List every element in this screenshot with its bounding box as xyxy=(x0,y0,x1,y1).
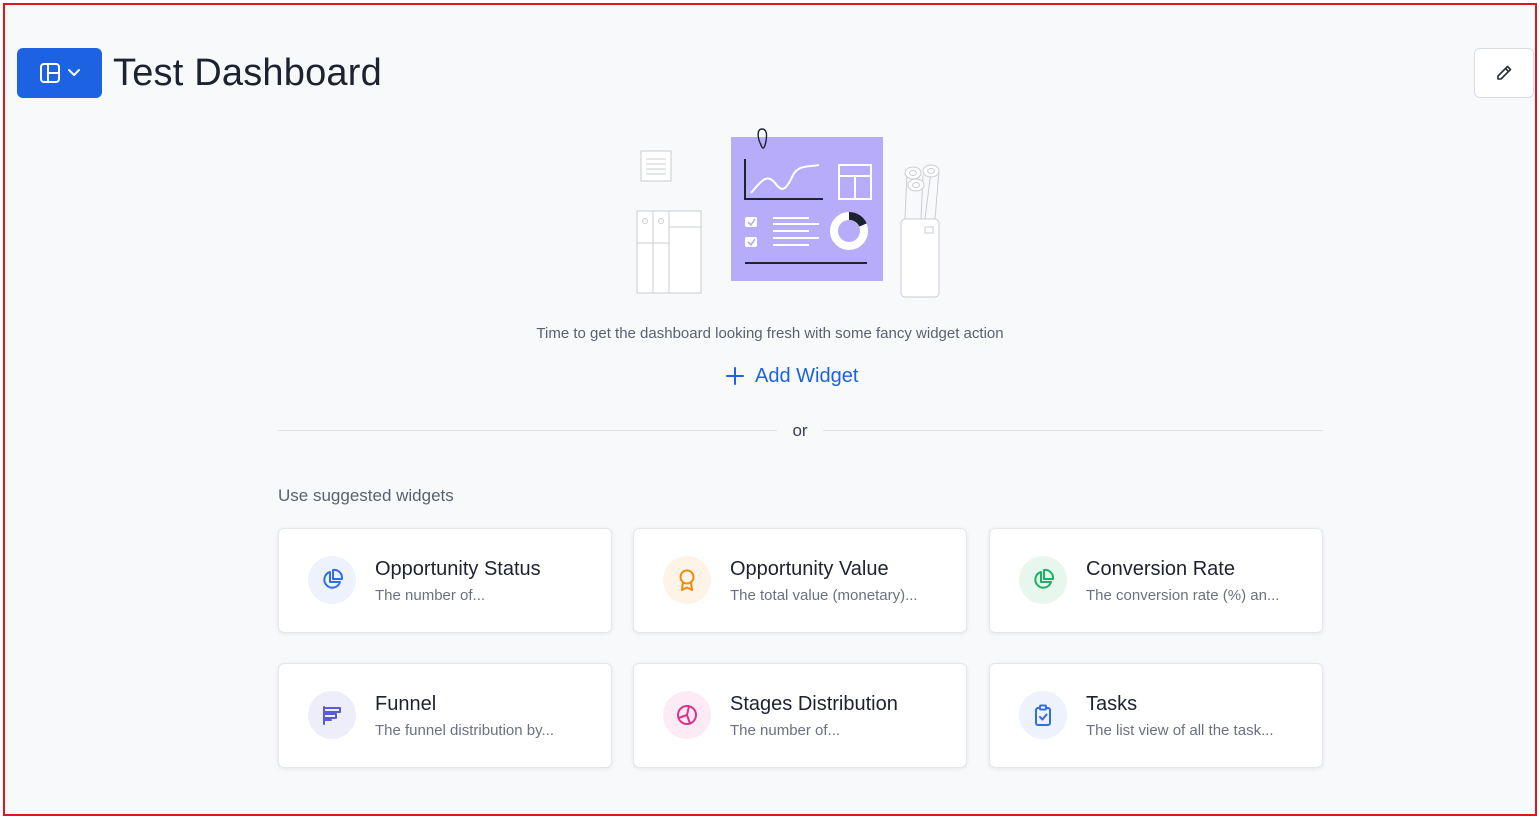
widget-card-opportunity-value[interactable]: Opportunity Value The total value (monet… xyxy=(633,528,967,633)
widget-icon-badge xyxy=(663,691,711,739)
paper-rolls-cup-icon xyxy=(900,164,940,298)
widget-card-title: Conversion Rate xyxy=(1086,558,1235,580)
widget-icon-badge xyxy=(308,691,356,739)
widget-card-title: Stages Distribution xyxy=(730,693,898,715)
pie-chart-icon xyxy=(323,568,344,589)
binders-icon xyxy=(636,210,702,294)
layout-grid-icon xyxy=(39,63,60,83)
widget-card-description: The number of... xyxy=(375,587,486,604)
or-separator: or xyxy=(792,421,808,440)
widget-icon-badge xyxy=(308,556,356,604)
suggested-widgets-label: Use suggested widgets xyxy=(278,486,454,505)
pencil-icon xyxy=(1497,65,1512,80)
page-title: Test Dashboard xyxy=(113,52,382,94)
award-icon xyxy=(679,569,695,591)
widget-card-conversion-rate[interactable]: Conversion Rate The conversion rate (%) … xyxy=(989,528,1323,633)
pie-segments-icon xyxy=(677,705,697,725)
widget-icon-badge xyxy=(1019,556,1067,604)
widget-card-title: Tasks xyxy=(1086,693,1138,715)
widget-card-tasks[interactable]: Tasks The list view of all the task... xyxy=(989,663,1323,768)
empty-dashboard-illustration xyxy=(636,128,940,298)
widget-icon-badge xyxy=(1019,691,1067,739)
widget-icon-badge xyxy=(663,556,711,604)
plus-icon xyxy=(726,367,744,385)
dashboard-frame: Test Dashboard Time to get the dashboard… xyxy=(3,3,1537,816)
edit-dashboard-button[interactable] xyxy=(1474,48,1534,98)
funnel-bars-icon xyxy=(323,706,341,725)
widget-card-description: The total value (monetary)... xyxy=(730,587,918,604)
widget-card-funnel[interactable]: Funnel The funnel distribution by... xyxy=(278,663,612,768)
add-widget-label: Add Widget xyxy=(755,364,859,387)
widget-card-stages-distribution[interactable]: Stages Distribution The number of... xyxy=(633,663,967,768)
chevron-down-icon xyxy=(67,69,80,76)
divider-left xyxy=(278,430,777,431)
widget-card-title: Opportunity Status xyxy=(375,558,541,580)
layout-menu-button[interactable] xyxy=(17,48,102,98)
document-icon xyxy=(640,150,672,182)
empty-state-message: Time to get the dashboard looking fresh … xyxy=(536,325,1004,342)
widget-card-description: The list view of all the task... xyxy=(1086,722,1274,739)
widget-card-opportunity-status[interactable]: Opportunity Status The number of... xyxy=(278,528,612,633)
widget-card-description: The conversion rate (%) an... xyxy=(1086,587,1280,604)
widget-card-description: The funnel distribution by... xyxy=(375,722,554,739)
widget-card-description: The number of... xyxy=(730,722,841,739)
clipboard-check-icon xyxy=(1035,704,1051,726)
dashboard-panel-icon xyxy=(731,128,883,281)
widget-card-title: Opportunity Value xyxy=(730,558,889,580)
add-widget-button[interactable]: Add Widget xyxy=(725,361,858,391)
divider-right xyxy=(823,430,1323,431)
pie-chart-icon xyxy=(1034,568,1055,589)
widget-card-title: Funnel xyxy=(375,693,437,715)
